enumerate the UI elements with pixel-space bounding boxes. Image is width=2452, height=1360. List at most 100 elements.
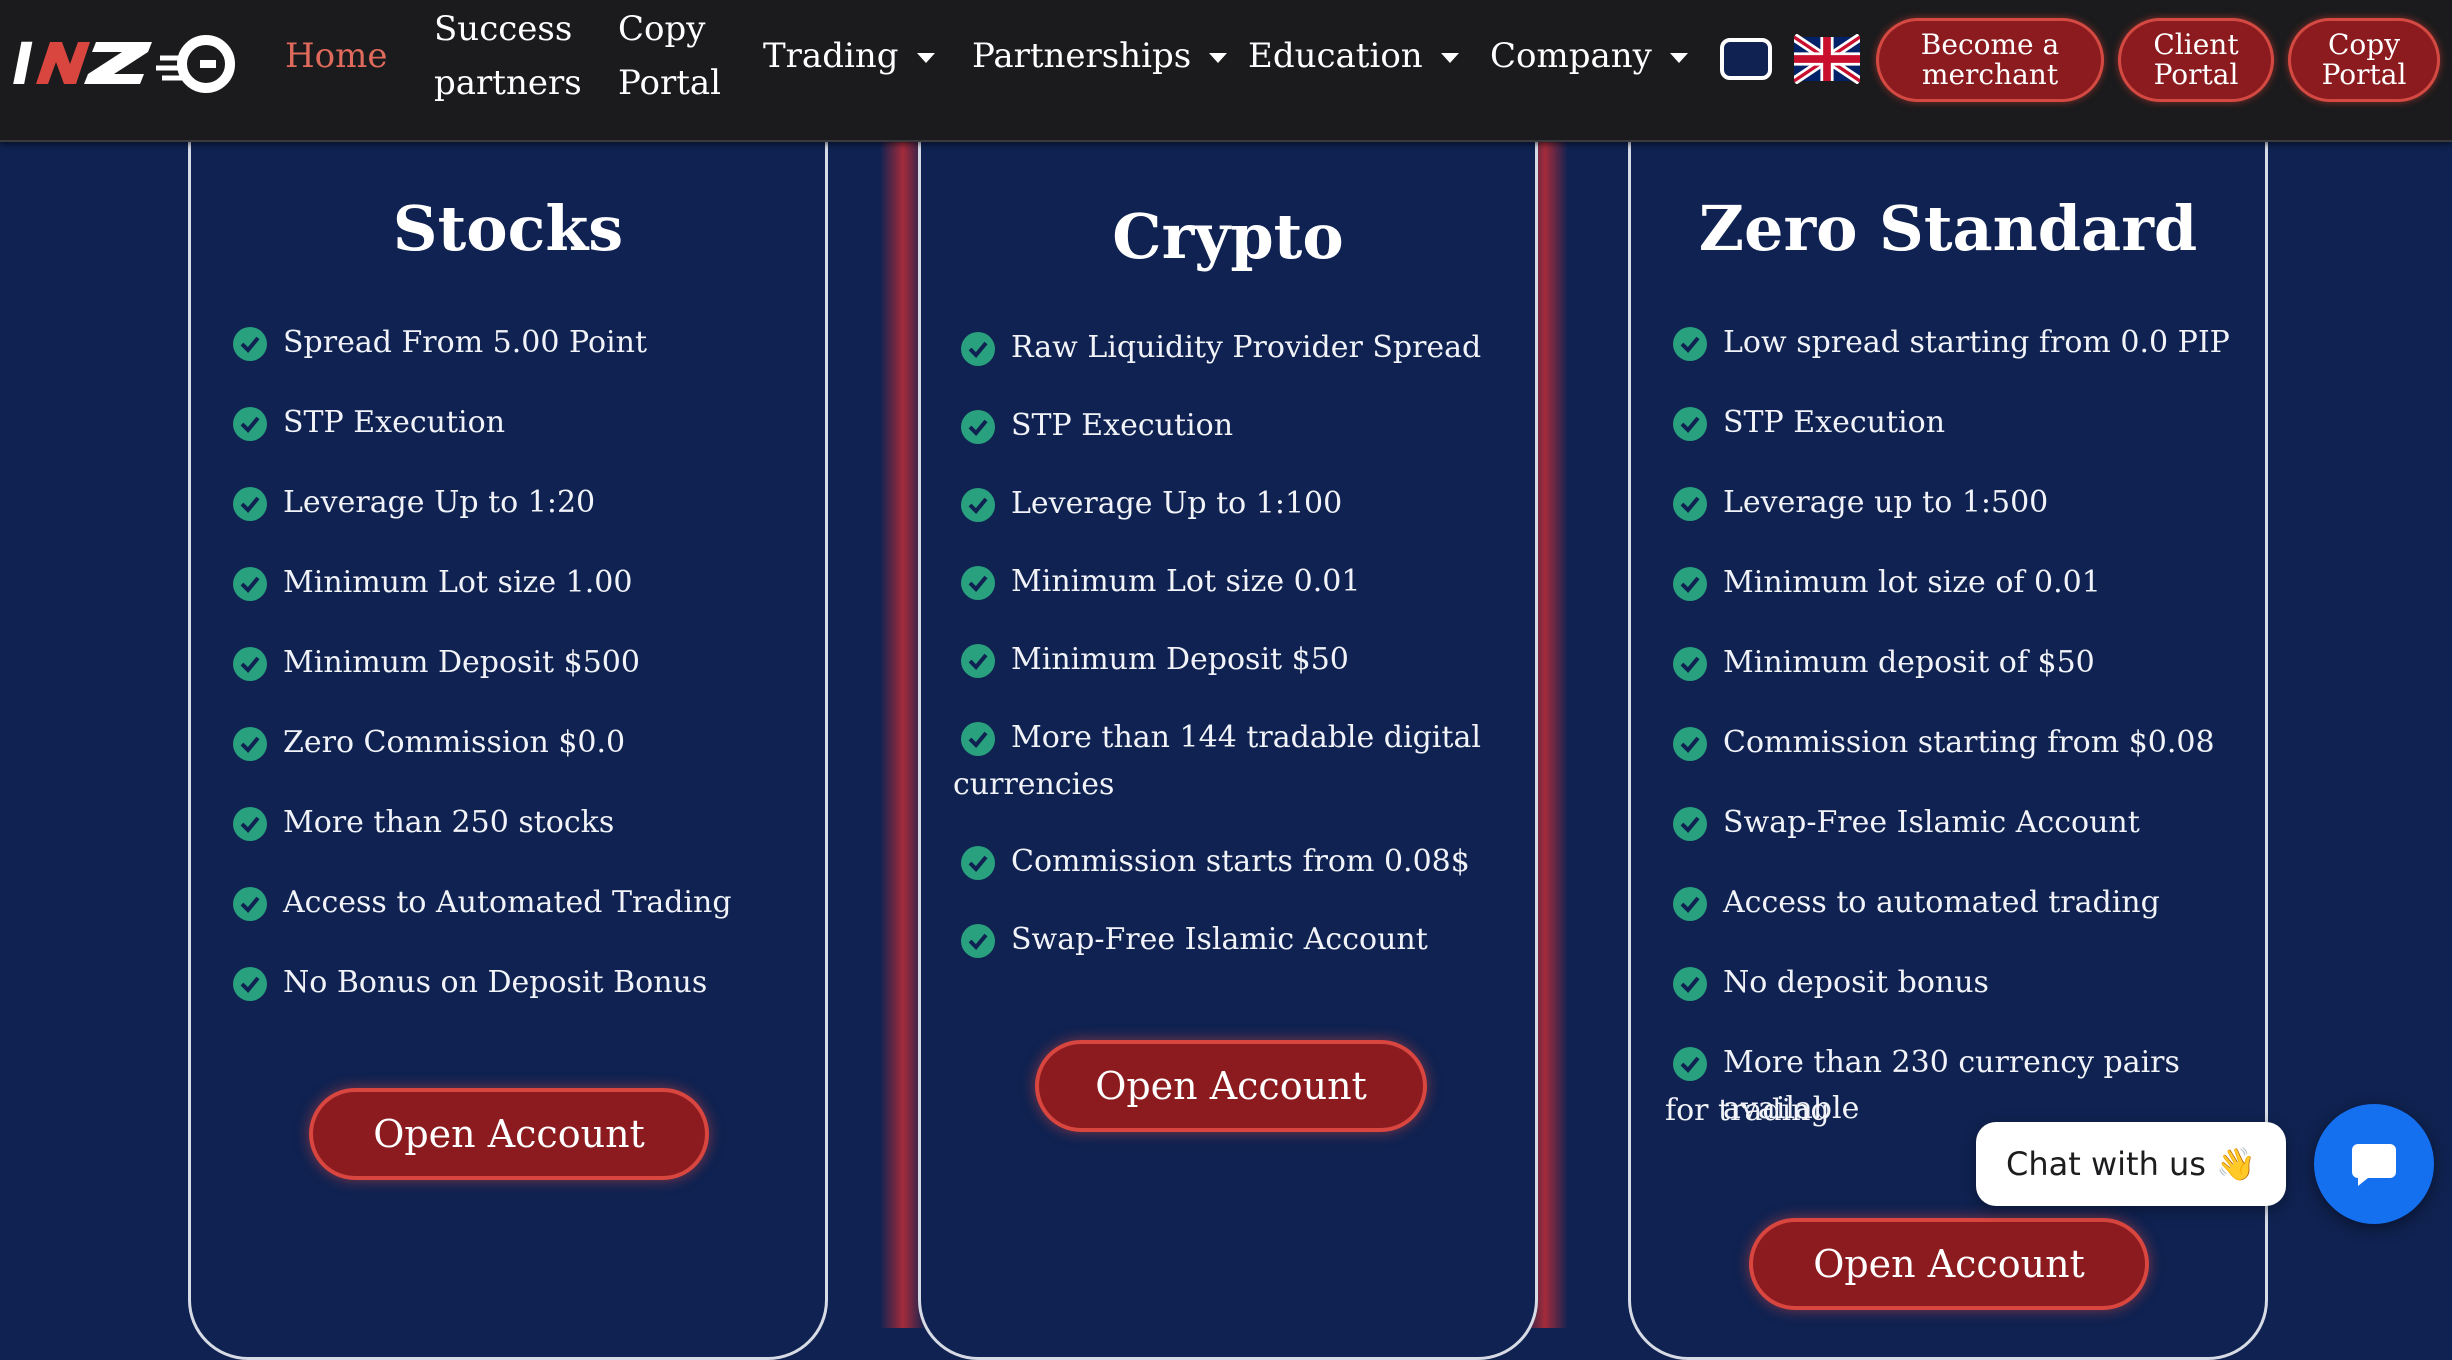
nav-partnerships-label: Partnerships (972, 36, 1192, 76)
feature-item: STP Execution (283, 405, 506, 440)
check-circle-icon (233, 567, 267, 601)
chat-invite-bubble[interactable]: Chat with us 👋 (1976, 1122, 2286, 1206)
check-circle-icon (961, 488, 995, 522)
feature-item: STP Execution (1723, 405, 1946, 440)
open-account-button[interactable]: Open Account (1749, 1218, 2149, 1310)
check-circle-icon (1673, 567, 1707, 601)
check-circle-icon (1673, 727, 1707, 761)
become-merchant-line1: Become a (1920, 28, 2060, 61)
check-circle-icon (1673, 647, 1707, 681)
check-circle-icon (233, 647, 267, 681)
check-circle-icon (1673, 407, 1707, 441)
check-circle-icon (233, 807, 267, 841)
crypto-card: Crypto Raw Liquidity Provider Spread STP… (918, 130, 1538, 1360)
nav-education-dropdown[interactable]: Education (1248, 29, 1459, 83)
check-circle-icon (233, 327, 267, 361)
open-account-button[interactable]: Open Account (309, 1088, 709, 1180)
copy-portal-button[interactable]: Copy Portal (2288, 18, 2440, 102)
feature-item-continued: for trading (1665, 1093, 1830, 1128)
client-portal-line1: Client (2153, 28, 2239, 61)
nav-success-partners-line1: Success (434, 9, 573, 49)
check-circle-icon (961, 846, 995, 880)
card-title: Crypto (1112, 200, 1344, 273)
feature-item: No deposit bonus (1723, 965, 1989, 1000)
chat-icon (2352, 1144, 2396, 1186)
nav-success-partners[interactable]: Success partners (434, 2, 582, 110)
feature-item: Minimum deposit of $50 (1723, 645, 2095, 680)
copy-portal-btn-line1: Copy (2327, 28, 2401, 61)
feature-item: Swap-Free Islamic Account (1011, 922, 1428, 957)
feature-item: Commission starting from $0.08 (1723, 725, 2215, 760)
become-merchant-button[interactable]: Become a merchant (1876, 18, 2104, 102)
feature-item: More than 144 tradable digital (1011, 720, 1481, 755)
check-circle-icon (1673, 1047, 1707, 1081)
nav-home-label: Home (285, 36, 388, 76)
feature-item: Leverage up to 1:500 (1723, 485, 2049, 520)
client-portal-button[interactable]: Client Portal (2118, 18, 2274, 102)
svg-text:I: I (12, 30, 34, 94)
chevron-down-icon (1440, 53, 1459, 63)
feature-item: Minimum Lot size 1.00 (283, 565, 633, 600)
check-circle-icon (233, 407, 267, 441)
nav-copy-portal-line2: Portal (618, 63, 722, 103)
check-circle-icon (233, 967, 267, 1001)
feature-item: Leverage Up to 1:100 (1011, 486, 1343, 521)
check-circle-icon (961, 332, 995, 366)
feature-item: Access to automated trading (1723, 885, 2160, 920)
nav-company-dropdown[interactable]: Company (1490, 29, 1688, 83)
nav-success-partners-line2: partners (434, 63, 582, 103)
logo-icon[interactable]: I (10, 28, 250, 94)
check-circle-icon (1673, 807, 1707, 841)
feature-item: Minimum Deposit $500 (283, 645, 640, 680)
check-circle-icon (961, 566, 995, 600)
nav-partnerships-dropdown[interactable]: Partnerships (972, 29, 1228, 83)
card-title: Stocks (392, 192, 624, 265)
chat-launcher-button[interactable] (2314, 1104, 2434, 1224)
check-circle-icon (961, 924, 995, 958)
feature-item: Spread From 5.00 Point (283, 325, 648, 360)
top-navbar: I Home Success partners Copy Portal Trad… (0, 0, 2452, 142)
feature-item: Minimum Deposit $50 (1011, 642, 1349, 677)
feature-item: Low spread starting from 0.0 PIP (1723, 325, 2230, 360)
nav-trading-label: Trading (763, 36, 899, 76)
feature-item: STP Execution (1011, 408, 1234, 443)
feature-item: No Bonus on Deposit Bonus (283, 965, 708, 1000)
check-circle-icon (1673, 487, 1707, 521)
check-circle-icon (961, 410, 995, 444)
become-merchant-line2: merchant (1921, 58, 2059, 91)
uk-flag-icon[interactable] (1794, 34, 1860, 84)
chevron-down-icon (1209, 53, 1228, 63)
check-circle-icon (961, 722, 995, 756)
nav-copy-portal-line1: Copy (618, 9, 706, 49)
nav-copy-portal[interactable]: Copy Portal (618, 2, 721, 110)
chevron-down-icon (916, 53, 935, 63)
feature-item: Leverage Up to 1:20 (283, 485, 596, 520)
copy-portal-btn-line2: Portal (2321, 58, 2407, 91)
theme-toggle-icon[interactable] (1720, 38, 1772, 80)
feature-item: Commission starts from 0.08$ (1011, 844, 1470, 879)
check-circle-icon (1673, 967, 1707, 1001)
check-circle-icon (233, 887, 267, 921)
chevron-down-icon (1669, 53, 1688, 63)
feature-item: Access to Automated Trading (283, 885, 732, 920)
card-title: Zero Standard (1698, 192, 2198, 265)
client-portal-line2: Portal (2153, 58, 2239, 91)
nav-trading-dropdown[interactable]: Trading (763, 29, 935, 83)
nav-home[interactable]: Home (285, 29, 387, 83)
check-circle-icon (233, 487, 267, 521)
nav-education-label: Education (1248, 36, 1423, 76)
check-circle-icon (233, 727, 267, 761)
check-circle-icon (1673, 887, 1707, 921)
feature-item: More than 250 stocks (283, 805, 615, 840)
check-circle-icon (1673, 327, 1707, 361)
open-account-button[interactable]: Open Account (1035, 1040, 1427, 1132)
feature-item: Minimum lot size of 0.01 (1723, 565, 2101, 600)
nav-company-label: Company (1490, 36, 1652, 76)
feature-item: Zero Commission $0.0 (283, 725, 626, 760)
feature-item: Raw Liquidity Provider Spread (1011, 330, 1482, 365)
check-circle-icon (961, 644, 995, 678)
feature-item: Swap-Free Islamic Account (1723, 805, 2140, 840)
feature-item-continued: currencies (953, 767, 1115, 802)
chat-invite-label: Chat with us 👋 (2006, 1145, 2256, 1183)
feature-item: Minimum Lot size 0.01 (1011, 564, 1361, 599)
